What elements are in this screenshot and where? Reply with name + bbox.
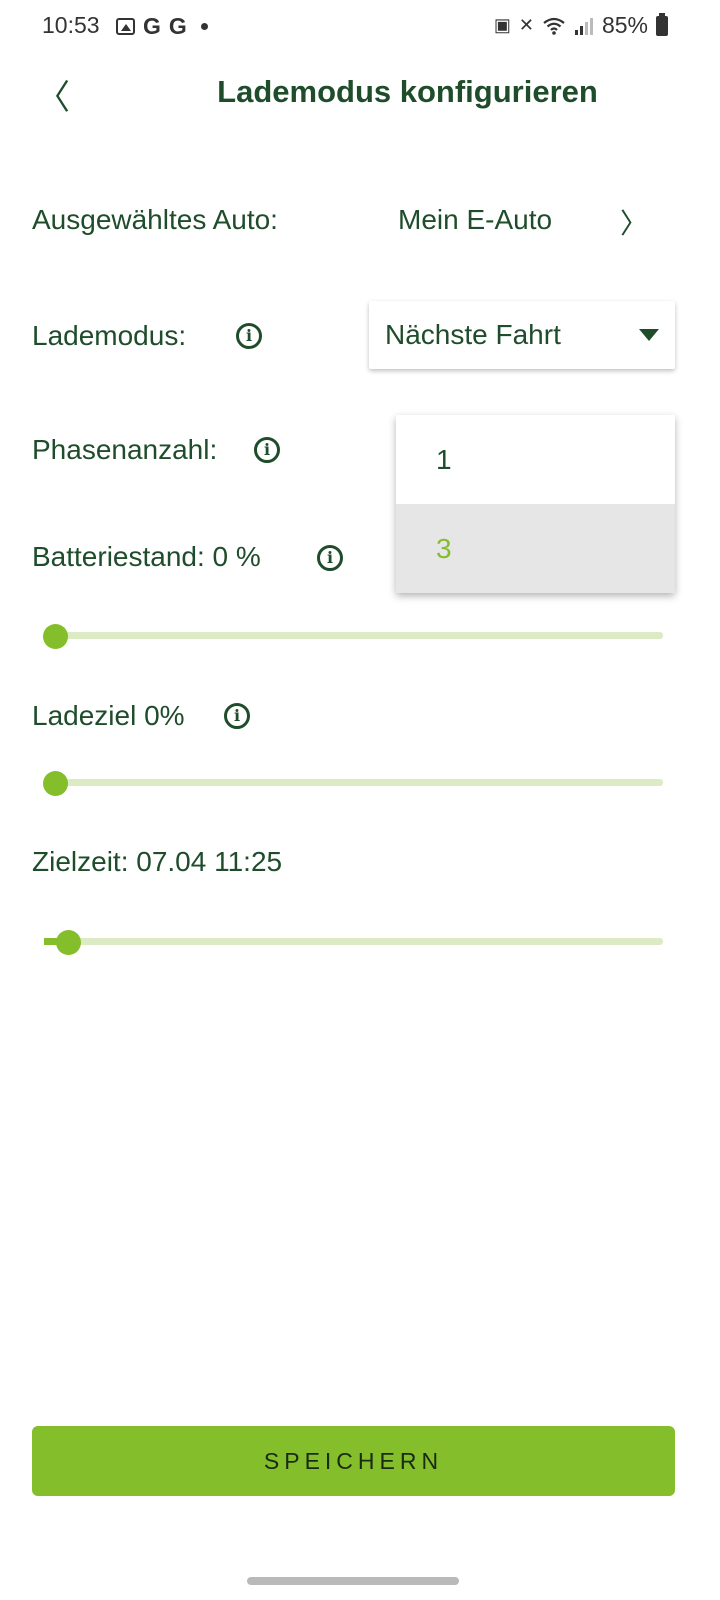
chevron-right-icon[interactable]: 〉 <box>620 202 648 242</box>
mute-icon: ✕ <box>518 15 534 35</box>
info-icon[interactable]: i <box>254 437 280 463</box>
dropdown-arrow-icon <box>639 329 659 341</box>
status-left-icons: G G <box>116 13 208 40</box>
mode-select[interactable]: Nächste Fahrt <box>369 301 675 369</box>
car-value[interactable]: Mein E-Auto <box>398 204 552 236</box>
target-time-label: Zielzeit: 07.04 11:25 <box>32 846 283 877</box>
car-label: Ausgewähltes Auto: <box>32 204 278 235</box>
target-time-slider-thumb[interactable] <box>56 930 81 955</box>
wifi-icon <box>543 17 565 35</box>
battery-level-label: Batteriestand: 0 % <box>32 541 261 572</box>
charge-target-slider-thumb[interactable] <box>43 771 68 796</box>
info-icon[interactable]: i <box>224 703 250 729</box>
phases-label: Phasenanzahl: <box>32 434 218 465</box>
mode-label: Lademodus: <box>32 320 187 351</box>
target-time-slider-track[interactable] <box>44 938 663 945</box>
save-button[interactable]: SPEICHERN <box>32 1426 675 1496</box>
google-icon: G <box>143 13 161 39</box>
info-icon[interactable]: i <box>236 323 262 349</box>
dot-icon <box>200 23 208 30</box>
image-icon <box>116 18 135 35</box>
status-right: ▣ ✕ 85% <box>494 12 668 39</box>
charge-target-slider-track[interactable] <box>44 779 663 786</box>
mode-select-value: Nächste Fahrt <box>385 319 561 350</box>
phases-option-1[interactable]: 1 <box>396 415 675 504</box>
battery-icon <box>656 12 668 36</box>
status-time: 10:53 <box>42 12 100 38</box>
charge-target-label: Ladeziel 0% <box>32 700 185 731</box>
battery-level-slider-thumb[interactable] <box>43 624 68 649</box>
phases-option-3[interactable]: 3 <box>396 504 675 593</box>
info-icon[interactable]: i <box>317 545 343 571</box>
signal-icon <box>574 17 593 35</box>
page-title: Lademodus konfigurieren <box>217 74 598 109</box>
battery-level-slider-track[interactable] <box>44 632 663 639</box>
battery-percent: 85% <box>601 12 648 38</box>
battery-saver-icon: ▣ <box>493 15 511 35</box>
home-indicator <box>247 1577 459 1585</box>
phases-dropdown-menu: 1 3 <box>396 415 675 593</box>
google-icon: G <box>168 13 187 39</box>
